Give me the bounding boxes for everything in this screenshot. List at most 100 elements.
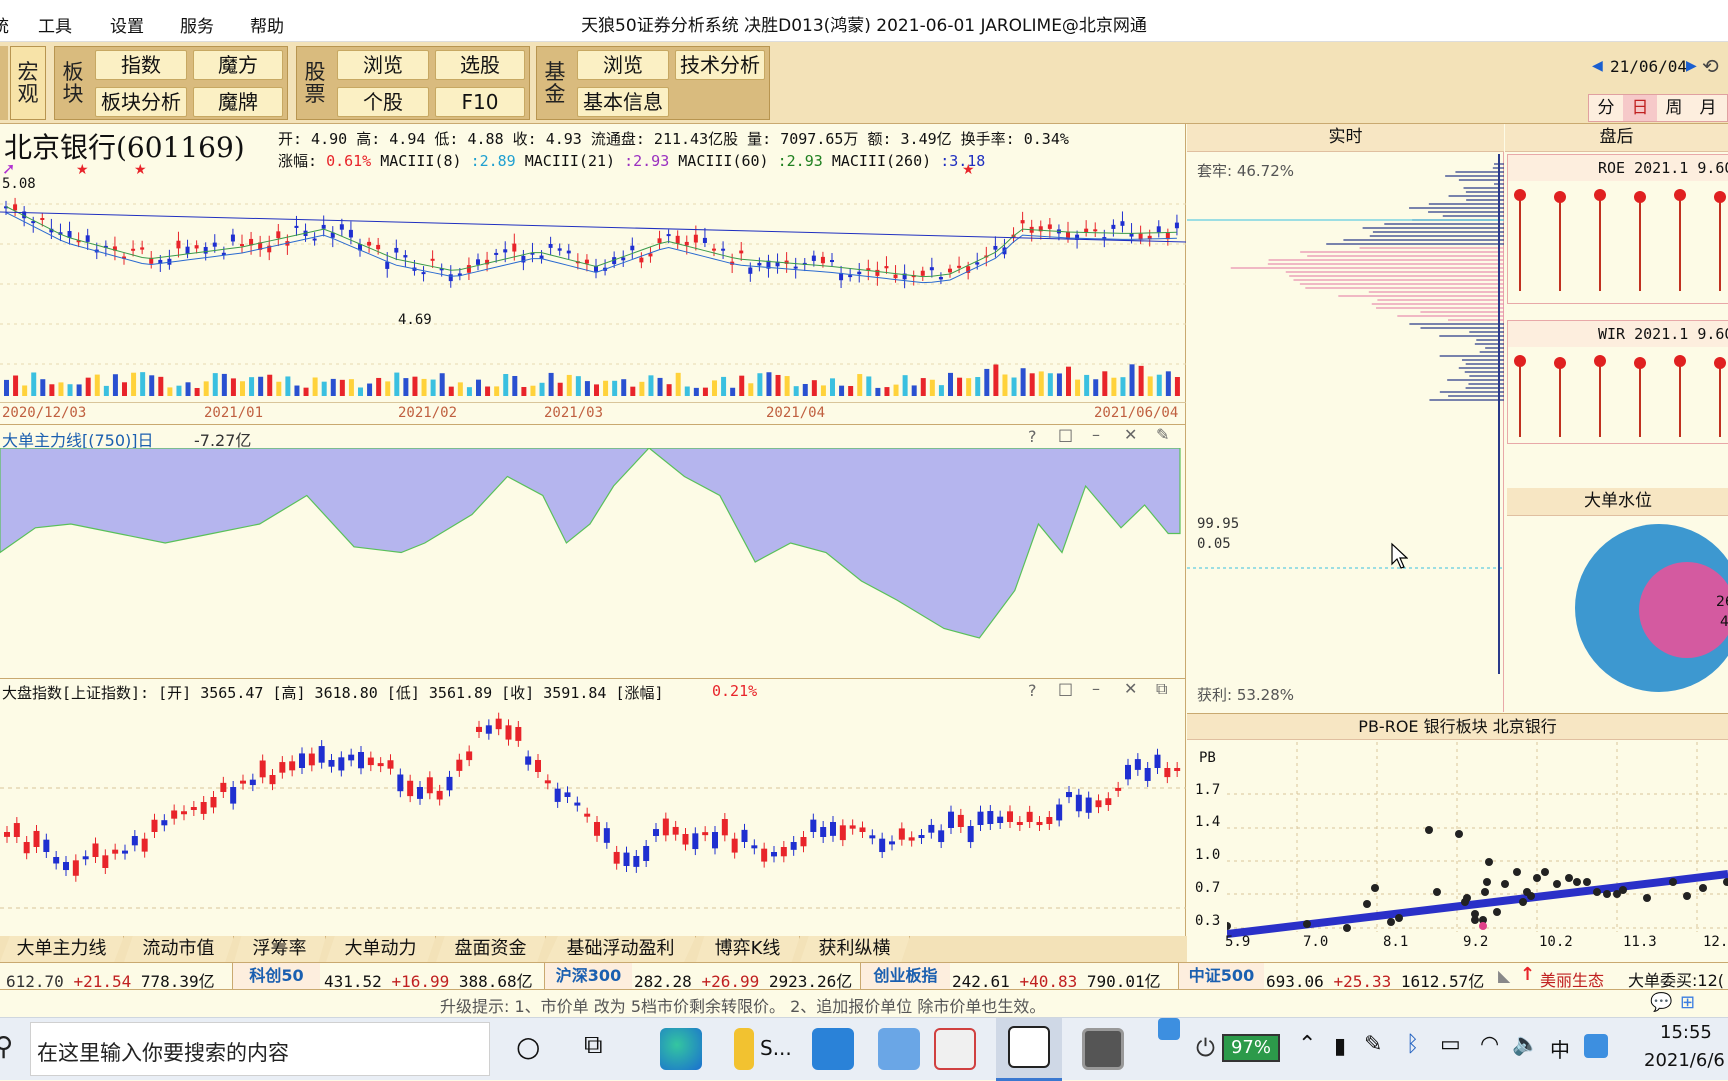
candle: [564, 792, 571, 797]
candle: [505, 725, 512, 740]
edge-icon[interactable]: [660, 1028, 702, 1070]
period-day[interactable]: 日: [1623, 95, 1657, 121]
scatter-point: [1371, 884, 1379, 892]
volume-bar: [58, 382, 64, 396]
indicator-tabs: 大单主力线 流动市值 浮筹率 大单动力 盘面资金 基础浮动盈利 博弈K线 获利纵…: [0, 936, 1187, 962]
search-icon[interactable]: ⚲: [0, 1032, 13, 1062]
task-view-icon[interactable]: ⧉: [584, 1030, 603, 1061]
scatter-point: [1501, 880, 1509, 888]
tab-profit-analysis[interactable]: 获利纵横: [800, 936, 910, 962]
volume-bar: [303, 387, 309, 396]
tab-game-kline[interactable]: 博弈K线: [696, 936, 800, 962]
ticker-item[interactable]: 242.61 +40.83 790.01亿: [952, 968, 1161, 992]
fund-browse-button[interactable]: 浏览: [577, 50, 669, 80]
ticker-name[interactable]: 科创50: [232, 963, 320, 989]
close-icon[interactable]: ✕: [1124, 679, 1137, 698]
clock-date[interactable]: 2021/6/6: [1644, 1050, 1725, 1071]
basic-info-button[interactable]: 基本信息: [577, 87, 669, 117]
tab-float-value[interactable]: 流动市值: [124, 936, 234, 962]
volume-bar: [975, 377, 981, 396]
tab-market-funds[interactable]: 盘面资金: [436, 936, 546, 962]
chip-distribution-chart[interactable]: [1187, 154, 1504, 674]
scatter-point: [1471, 916, 1479, 924]
ticker-item[interactable]: 282.28 +26.99 2923.26亿: [634, 968, 852, 992]
maximize-icon[interactable]: □: [1058, 679, 1073, 698]
close-icon[interactable]: ✕: [1124, 425, 1137, 444]
candle: [1047, 224, 1052, 229]
maximize-icon[interactable]: □: [1058, 425, 1073, 444]
f10-button[interactable]: F10: [435, 87, 525, 117]
tab-float-chip[interactable]: 浮筹率: [234, 936, 326, 962]
camera-app-icon[interactable]: [1082, 1028, 1124, 1070]
period-week[interactable]: 周: [1657, 95, 1691, 121]
tab-big-order-line[interactable]: 大单主力线: [0, 936, 124, 962]
file-explorer-icon[interactable]: [734, 1028, 754, 1070]
sector-analysis-button[interactable]: 板块分析: [95, 87, 187, 117]
volume-icon[interactable]: 🔈: [1512, 1032, 1539, 1057]
cube-button[interactable]: 魔方: [193, 50, 283, 80]
pen-icon[interactable]: ✎: [1364, 1032, 1382, 1057]
candlestick-chart[interactable]: ★ ★ ★➚: [0, 164, 1186, 406]
network-icon[interactable]: ⊞: [1680, 992, 1695, 1013]
battery-indicator[interactable]: 97%: [1222, 1034, 1280, 1062]
mic-icon[interactable]: ▮: [1334, 1034, 1346, 1059]
computer-icon[interactable]: [878, 1028, 920, 1070]
period-month[interactable]: 月: [1691, 95, 1725, 121]
ime-indicator[interactable]: 中: [1550, 1034, 1570, 1063]
volume-bar: [94, 374, 100, 396]
clock-time[interactable]: 15:55: [1660, 1022, 1712, 1043]
qq-icon[interactable]: [1584, 1034, 1608, 1058]
wifi-icon[interactable]: ◠: [1480, 1032, 1499, 1057]
tech-analysis-button[interactable]: 技术分析: [675, 50, 765, 80]
index-candlestick-chart[interactable]: [0, 702, 1186, 936]
active-app-tile[interactable]: [996, 1018, 1062, 1081]
taskbar-search-box[interactable]: 在这里输入你要搜索的内容: [30, 1022, 490, 1076]
macro-group[interactable]: 宏观: [10, 46, 46, 120]
chat-icon[interactable]: 💬: [1650, 992, 1672, 1013]
restore-icon[interactable]: ⧉: [1156, 679, 1167, 699]
tool-app-icon[interactable]: [934, 1028, 976, 1070]
date-nav[interactable]: 21/06/04: [1610, 57, 1687, 76]
tab-big-order-power[interactable]: 大单动力: [326, 936, 436, 962]
ticker-item[interactable]: 431.52 +16.99 388.68亿: [324, 968, 533, 992]
next-date-icon[interactable]: ▶: [1686, 58, 1697, 74]
x-tick: 7.0: [1303, 934, 1329, 950]
index-button[interactable]: 指数: [95, 50, 187, 80]
minimize-icon[interactable]: –: [1092, 679, 1100, 698]
help-icon[interactable]: ?: [1028, 427, 1037, 446]
ticker-item[interactable]: 693.06 +25.33 1612.57亿: [1266, 968, 1484, 992]
scatter-point: [1481, 888, 1489, 896]
tianlang-app-icon[interactable]: [1008, 1026, 1050, 1068]
cortana-icon[interactable]: ○: [516, 1030, 540, 1063]
stock-pick-button[interactable]: 选股: [435, 50, 525, 80]
candle: [200, 802, 207, 814]
refresh-icon[interactable]: ⟲: [1702, 54, 1719, 78]
mail-icon[interactable]: [812, 1028, 854, 1070]
bluetooth-icon[interactable]: ᛒ: [1406, 1032, 1419, 1057]
flow-area-chart[interactable]: [0, 448, 1186, 648]
chevron-up-icon[interactable]: ⌃: [1298, 1032, 1316, 1057]
ticker-name[interactable]: 中证500: [1178, 963, 1264, 989]
notification-icon[interactable]: [1158, 1018, 1180, 1040]
volume-bar: [330, 378, 336, 396]
ticker-name[interactable]: 沪深300: [544, 963, 632, 989]
wrench-icon[interactable]: ✎: [1156, 425, 1169, 444]
pb-roe-scatter[interactable]: [1227, 742, 1728, 940]
y-tick: 0.3: [1195, 913, 1221, 929]
ticker-item[interactable]: 612.70 +21.54 778.39亿: [6, 968, 215, 992]
battery-icon[interactable]: ▭: [1440, 1032, 1461, 1057]
volume-bar: [575, 376, 581, 396]
ticker-name[interactable]: 创业板指: [860, 963, 950, 989]
stock-browse-button[interactable]: 浏览: [337, 50, 429, 80]
minimize-icon[interactable]: –: [1092, 425, 1100, 444]
tab-base-profit[interactable]: 基础浮动盈利: [546, 936, 696, 962]
candle: [639, 257, 644, 263]
period-minute[interactable]: 分: [1589, 95, 1623, 121]
volume-bar: [793, 386, 799, 396]
single-stock-button[interactable]: 个股: [337, 87, 429, 117]
help-icon[interactable]: ?: [1028, 681, 1037, 700]
magic-card-button[interactable]: 魔牌: [193, 87, 283, 117]
scatter-point: [1227, 922, 1231, 930]
prev-date-icon[interactable]: ◀: [1592, 58, 1603, 74]
candle: [328, 760, 335, 767]
